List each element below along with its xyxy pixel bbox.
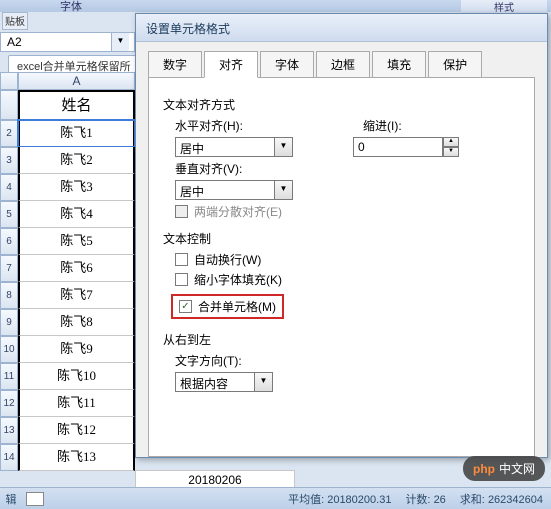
ribbon-font-label: 字体 bbox=[60, 0, 82, 14]
name-box-value[interactable]: A2 bbox=[1, 33, 111, 51]
merge-label: 合并单元格(M) bbox=[198, 298, 276, 315]
indent-value[interactable]: 0 bbox=[353, 137, 443, 157]
justify-checkbox bbox=[175, 205, 188, 218]
rtl-section: 从右到左 bbox=[163, 331, 520, 348]
dialog-title: 设置单元格格式 bbox=[136, 14, 547, 42]
indent-label: 缩进(I): bbox=[363, 117, 402, 134]
chevron-down-icon[interactable]: ▼ bbox=[255, 372, 273, 392]
macro-icon[interactable] bbox=[26, 492, 44, 506]
spinner-up-icon[interactable]: ▲ bbox=[443, 137, 459, 147]
name-box-dropdown[interactable]: ▼ bbox=[111, 33, 129, 51]
spinner-down-icon[interactable]: ▼ bbox=[443, 147, 459, 157]
ribbon-clipboard-label: 贴板 bbox=[2, 12, 28, 30]
h-align-label: 水平对齐(H): bbox=[175, 117, 243, 134]
text-direction-label: 文字方向(T): bbox=[175, 352, 242, 369]
column-header-a[interactable]: A bbox=[18, 72, 135, 90]
indent-spinner[interactable]: 0 ▲ ▼ bbox=[353, 137, 459, 157]
select-all-corner[interactable] bbox=[0, 72, 18, 90]
dialog-tabs: 数字对齐字体边框填充保护 bbox=[136, 42, 547, 77]
status-count: 计数: 26 bbox=[405, 491, 445, 507]
justify-label: 两端分散对齐(E) bbox=[194, 203, 282, 220]
status-sum: 求和: 262342604 bbox=[460, 491, 543, 507]
row-header[interactable]: 11 bbox=[0, 363, 18, 390]
data-cell[interactable]: 陈飞4 bbox=[18, 201, 135, 228]
chevron-down-icon[interactable]: ▼ bbox=[275, 137, 293, 157]
wrap-label: 自动换行(W) bbox=[194, 251, 261, 268]
row-header[interactable]: 14 bbox=[0, 444, 18, 471]
row-header[interactable]: 4 bbox=[0, 174, 18, 201]
alignment-panel: 文本对齐方式 水平对齐(H): 缩进(I): 居中 ▼ 0 ▲ ▼ 垂直对齐(V… bbox=[148, 77, 535, 457]
header-cell[interactable]: 姓名 bbox=[18, 90, 135, 120]
data-cell[interactable]: 陈飞13 bbox=[18, 444, 135, 471]
watermark-text: 中文网 bbox=[499, 460, 535, 477]
h-align-combo[interactable]: 居中 ▼ bbox=[175, 137, 293, 157]
data-cell[interactable]: 陈飞9 bbox=[18, 336, 135, 363]
row-header[interactable]: 3 bbox=[0, 147, 18, 174]
ribbon-styles-label: 样式 bbox=[461, 0, 547, 13]
data-cell[interactable]: 陈飞8 bbox=[18, 309, 135, 336]
dialog-tab-5[interactable]: 保护 bbox=[428, 51, 482, 78]
shrink-label: 缩小字体填充(K) bbox=[194, 271, 282, 288]
format-cells-dialog: 设置单元格格式 数字对齐字体边框填充保护 文本对齐方式 水平对齐(H): 缩进(… bbox=[135, 13, 548, 458]
data-cell[interactable]: 陈飞2 bbox=[18, 147, 135, 174]
watermark: php 中文网 bbox=[463, 456, 545, 481]
shrink-checkbox[interactable] bbox=[175, 273, 188, 286]
dialog-tab-4[interactable]: 填充 bbox=[372, 51, 426, 78]
merge-checkbox[interactable]: ✓ bbox=[179, 300, 192, 313]
data-cell[interactable]: 陈飞10 bbox=[18, 363, 135, 390]
row-header[interactable]: 2 bbox=[0, 120, 18, 147]
data-cell[interactable]: 陈飞3 bbox=[18, 174, 135, 201]
data-cell[interactable]: 陈飞1 bbox=[18, 120, 135, 147]
text-direction-value: 根据内容 bbox=[175, 372, 255, 392]
text-direction-combo[interactable]: 根据内容 ▼ bbox=[175, 372, 273, 392]
dialog-tab-1[interactable]: 对齐 bbox=[204, 51, 258, 78]
data-cell[interactable]: 陈飞11 bbox=[18, 390, 135, 417]
wrap-checkbox[interactable] bbox=[175, 253, 188, 266]
dialog-tab-2[interactable]: 字体 bbox=[260, 51, 314, 78]
chevron-down-icon[interactable]: ▼ bbox=[275, 180, 293, 200]
h-align-value: 居中 bbox=[175, 137, 275, 157]
v-align-combo[interactable]: 居中 ▼ bbox=[175, 180, 293, 200]
data-cell[interactable]: 陈飞6 bbox=[18, 255, 135, 282]
row-header[interactable]: 5 bbox=[0, 201, 18, 228]
status-bar: 辑 平均值: 20180200.31 计数: 26 求和: 262342604 bbox=[0, 487, 551, 509]
data-cell[interactable]: 陈飞12 bbox=[18, 417, 135, 444]
row-header[interactable]: 12 bbox=[0, 390, 18, 417]
data-cell[interactable]: 陈飞5 bbox=[18, 228, 135, 255]
dialog-tab-0[interactable]: 数字 bbox=[148, 51, 202, 78]
status-mode: 辑 bbox=[0, 491, 22, 507]
watermark-logo: php bbox=[473, 462, 495, 476]
row-header[interactable]: 13 bbox=[0, 417, 18, 444]
status-avg: 平均值: 20180200.31 bbox=[288, 491, 391, 507]
row-header[interactable]: 8 bbox=[0, 282, 18, 309]
data-cell[interactable]: 陈飞7 bbox=[18, 282, 135, 309]
row-header[interactable] bbox=[0, 90, 18, 120]
dialog-tab-3[interactable]: 边框 bbox=[316, 51, 370, 78]
row-header[interactable]: 9 bbox=[0, 309, 18, 336]
merge-highlight: ✓ 合并单元格(M) bbox=[171, 294, 284, 319]
row-header[interactable]: 7 bbox=[0, 255, 18, 282]
name-box[interactable]: A2 ▼ bbox=[0, 32, 135, 52]
v-align-label: 垂直对齐(V): bbox=[175, 160, 242, 177]
text-align-section: 文本对齐方式 bbox=[163, 96, 520, 113]
row-header[interactable]: 10 bbox=[0, 336, 18, 363]
row-header[interactable]: 6 bbox=[0, 228, 18, 255]
v-align-value: 居中 bbox=[175, 180, 275, 200]
text-control-section: 文本控制 bbox=[163, 230, 520, 247]
